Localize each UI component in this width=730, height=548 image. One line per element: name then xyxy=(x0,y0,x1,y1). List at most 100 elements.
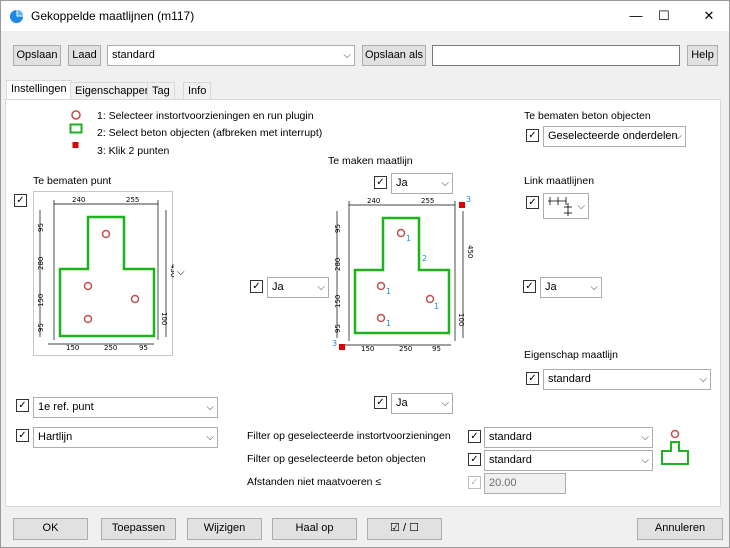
property-select[interactable]: standard ⌵ xyxy=(543,369,711,390)
svg-text:95: 95 xyxy=(334,324,342,333)
preset-select[interactable]: standard ⌵ xyxy=(107,45,355,66)
help-button[interactable]: Help xyxy=(687,45,718,66)
title-bar: Gekoppelde maatlijnen (m117) — ☐ ✕ xyxy=(1,1,729,31)
embeds-filter-value: standard xyxy=(489,431,532,443)
concrete-filter-value: standard xyxy=(489,454,532,466)
svg-text:240: 240 xyxy=(367,197,380,205)
tab-info[interactable]: Info xyxy=(183,82,212,99)
chevron-down-icon: ⌵ xyxy=(674,131,682,142)
chevron-down-icon[interactable]: ⌵ xyxy=(177,267,185,278)
marker-1c: 1 xyxy=(434,302,439,311)
load-button[interactable]: Laad xyxy=(68,45,101,66)
marker-3b: 3 xyxy=(332,339,337,348)
dim-right-1: 450 xyxy=(169,264,174,277)
right-dim-value: Ja xyxy=(545,281,557,293)
distance-value: 20.00 xyxy=(489,477,517,489)
top-dim-select[interactable]: Ja ⌵ xyxy=(391,173,453,194)
svg-text:255: 255 xyxy=(421,197,434,205)
left-dim-select[interactable]: Ja ⌵ xyxy=(267,277,329,298)
objects-select[interactable]: Geselecteerde onderdelen ⌵ xyxy=(543,126,686,147)
distance-label: Afstanden niet maatvoeren ≤ xyxy=(247,476,382,488)
line-select[interactable]: Hartlijn ⌵ xyxy=(33,427,218,448)
embeds-filter-label: Filter op geselecteerde instortvoorzieni… xyxy=(247,430,451,442)
dim-top-2: 255 xyxy=(126,196,139,204)
dim-right-2: 100 xyxy=(160,312,168,325)
dim-left-4: 95 xyxy=(37,323,45,332)
point-picker[interactable]: 240 255 150 250 95 95 280 150 95 450 100 xyxy=(33,191,177,356)
ref-point-select[interactable]: 1e ref. punt ⌵ xyxy=(33,397,218,418)
legend-step-2: 2: Select beton objecten (afbreken met i… xyxy=(97,127,323,139)
svg-text:250: 250 xyxy=(399,345,412,353)
modify-button[interactable]: Wijzigen xyxy=(187,518,262,540)
line-checkbox[interactable]: ✓ xyxy=(16,429,29,442)
tab-tag[interactable]: Tag xyxy=(147,82,175,99)
get-button[interactable]: Haal op xyxy=(272,518,357,540)
link-label: Link maatlijnen xyxy=(524,175,595,187)
link-checkbox[interactable]: ✓ xyxy=(526,196,539,209)
toggle-all-button[interactable]: ☑ / ☐ xyxy=(367,518,442,540)
legend-step-3: 3: Klik 2 punten xyxy=(97,145,170,157)
ref-point-checkbox[interactable]: ✓ xyxy=(16,399,29,412)
chevron-down-icon: ⌵ xyxy=(441,398,449,409)
marker-3a: 3 xyxy=(466,195,471,204)
link-style-select[interactable]: ⌵ xyxy=(543,193,589,219)
top-dim-checkbox[interactable]: ✓ xyxy=(374,176,387,189)
dim-top-1: 240 xyxy=(72,196,85,204)
marker-1a: 1 xyxy=(406,234,411,243)
dim-left-2: 280 xyxy=(37,257,45,270)
concrete-filter-checkbox[interactable]: ✓ xyxy=(468,453,481,466)
bottom-dim-value: Ja xyxy=(396,397,408,409)
tab-eigenschappen[interactable]: Eigenschappen xyxy=(70,82,156,99)
svg-text:150: 150 xyxy=(334,295,342,308)
svg-text:150: 150 xyxy=(361,345,374,353)
apply-button[interactable]: Toepassen xyxy=(101,518,176,540)
maximize-button[interactable]: ☐ xyxy=(641,1,687,31)
chevron-down-icon: ⌵ xyxy=(206,432,214,443)
chevron-down-icon: ⌵ xyxy=(641,432,649,443)
dim-left-3: 150 xyxy=(37,294,45,307)
distance-input[interactable]: 20.00 xyxy=(484,473,566,494)
ok-button[interactable]: OK xyxy=(13,518,88,540)
left-dim-value: Ja xyxy=(272,281,284,293)
chevron-down-icon: ⌵ xyxy=(441,178,449,189)
left-dim-checkbox[interactable]: ✓ xyxy=(250,280,263,293)
dim-bottom-3: 95 xyxy=(139,344,148,352)
marker-1b: 1 xyxy=(386,287,391,296)
save-as-input[interactable] xyxy=(432,45,680,66)
marker-1d: 1 xyxy=(386,319,391,328)
tab-instellingen[interactable]: Instellingen xyxy=(6,80,72,100)
line-value: Hartlijn xyxy=(38,431,73,443)
svg-text:280: 280 xyxy=(334,258,342,271)
embeds-filter-select[interactable]: standard ⌵ xyxy=(484,427,653,448)
svg-text:95: 95 xyxy=(334,224,342,233)
cancel-button[interactable]: Annuleren xyxy=(637,518,723,540)
marker-2: 2 xyxy=(422,254,427,263)
chevron-down-icon: ⌵ xyxy=(343,50,351,61)
property-value: standard xyxy=(548,373,591,385)
right-dim-select[interactable]: Ja ⌵ xyxy=(540,277,602,298)
objects-value: Geselecteerde onderdelen xyxy=(548,130,678,142)
save-button[interactable]: Opslaan xyxy=(13,45,61,66)
distance-checkbox[interactable]: ✓ xyxy=(468,476,481,489)
save-as-button[interactable]: Opslaan als xyxy=(362,45,426,66)
right-dim-checkbox[interactable]: ✓ xyxy=(523,280,536,293)
bottom-dim-checkbox[interactable]: ✓ xyxy=(374,396,387,409)
chevron-down-icon: ⌵ xyxy=(577,201,585,212)
point-checkbox[interactable]: ✓ xyxy=(14,194,27,207)
concrete-filter-select[interactable]: standard ⌵ xyxy=(484,450,653,471)
property-checkbox[interactable]: ✓ xyxy=(526,372,539,385)
chevron-down-icon: ⌵ xyxy=(699,374,707,385)
chevron-down-icon: ⌵ xyxy=(590,282,598,293)
legend-icons xyxy=(69,110,83,148)
close-button[interactable]: ✕ xyxy=(686,1,730,31)
embeds-filter-checkbox[interactable]: ✓ xyxy=(468,430,481,443)
svg-text:450: 450 xyxy=(466,245,474,258)
property-label: Eigenschap maatlijn xyxy=(524,349,618,361)
dim-line-label: Te maken maatlijn xyxy=(328,155,413,167)
chevron-down-icon: ⌵ xyxy=(317,282,325,293)
bottom-dim-select[interactable]: Ja ⌵ xyxy=(391,393,453,414)
objects-checkbox[interactable]: ✓ xyxy=(526,129,539,142)
legend-step-1: 1: Selecteer instortvoorzieningen en run… xyxy=(97,110,314,122)
svg-text:100: 100 xyxy=(457,313,465,326)
dialog-window: Gekoppelde maatlijnen (m117) — ☐ ✕ Opsla… xyxy=(0,0,730,548)
